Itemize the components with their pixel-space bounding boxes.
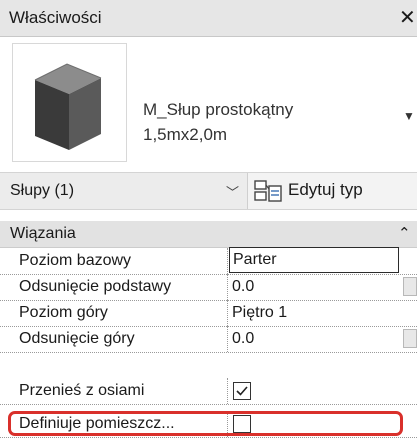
top-offset-field[interactable]: 0.0 <box>232 326 402 352</box>
property-row-top-level: Poziom góry Piętro 1 <box>0 300 417 327</box>
property-label: Odsunięcie góry <box>19 326 228 352</box>
group-title: Wiązania <box>10 225 76 242</box>
parameter-button[interactable] <box>403 277 417 296</box>
property-row-base-offset: Odsunięcie podstawy 0.0 <box>0 274 417 301</box>
edit-type-label: Edytuj typ <box>288 180 363 199</box>
type-name-block: M_Słup prostokątny 1,5mx2,0m <box>143 97 293 147</box>
property-label: Definiuje pomieszcz... <box>19 411 228 437</box>
base-level-field[interactable]: Parter <box>229 247 399 273</box>
checkmark-icon <box>236 386 248 396</box>
property-row-moves-with-grids: Przenieś z osiami <box>0 378 417 405</box>
property-label: Przenieś z osiami <box>19 378 228 404</box>
base-offset-field[interactable]: 0.0 <box>232 274 402 300</box>
properties-panel: Właściwości ✕ M_Słup prostokątny 1,5mx2,… <box>0 0 417 438</box>
edit-type-button[interactable]: Edytuj typ <box>247 173 417 209</box>
property-label: Odsunięcie podstawy <box>19 274 228 300</box>
property-label: Poziom bazowy <box>19 248 228 274</box>
type-size: 1,5mx2,0m <box>143 125 228 144</box>
panel-title: Właściwości <box>9 8 102 27</box>
rectangular-column-3d-icon <box>34 63 102 150</box>
type-preview[interactable]: M_Słup prostokątny 1,5mx2,0m ▼ <box>0 37 417 168</box>
property-row-room-bounding: Definiuje pomieszcz... <box>0 411 417 438</box>
group-header-constraints[interactable]: Wiązania ⌃ <box>0 221 417 248</box>
type-family-name: M_Słup prostokątny <box>143 100 294 119</box>
parameter-button[interactable] <box>403 329 417 348</box>
type-thumbnail <box>12 43 127 162</box>
chevron-down-icon: ﹀ <box>226 185 240 200</box>
property-row-top-offset: Odsunięcie góry 0.0 <box>0 326 417 353</box>
edit-type-icon <box>254 180 282 202</box>
property-label: Poziom góry <box>19 300 228 326</box>
category-filter-dropdown[interactable]: Słupy (1) ﹀ <box>0 173 248 209</box>
property-row-base-level: Poziom bazowy Parter <box>0 247 417 275</box>
moves-with-grids-checkbox[interactable] <box>233 382 251 400</box>
panel-titlebar: Właściwości ✕ <box>0 0 417 37</box>
double-chevron-up-icon[interactable]: ⌃ <box>398 224 411 242</box>
instance-selector-row: Słupy (1) ﹀ Edytuj typ <box>0 172 417 210</box>
category-filter-value: Słupy (1) <box>10 182 75 199</box>
chevron-down-icon[interactable]: ▼ <box>403 109 415 123</box>
room-bounding-checkbox[interactable] <box>233 415 251 433</box>
top-level-field[interactable]: Piętro 1 <box>232 300 402 326</box>
close-icon[interactable]: ✕ <box>399 5 416 30</box>
